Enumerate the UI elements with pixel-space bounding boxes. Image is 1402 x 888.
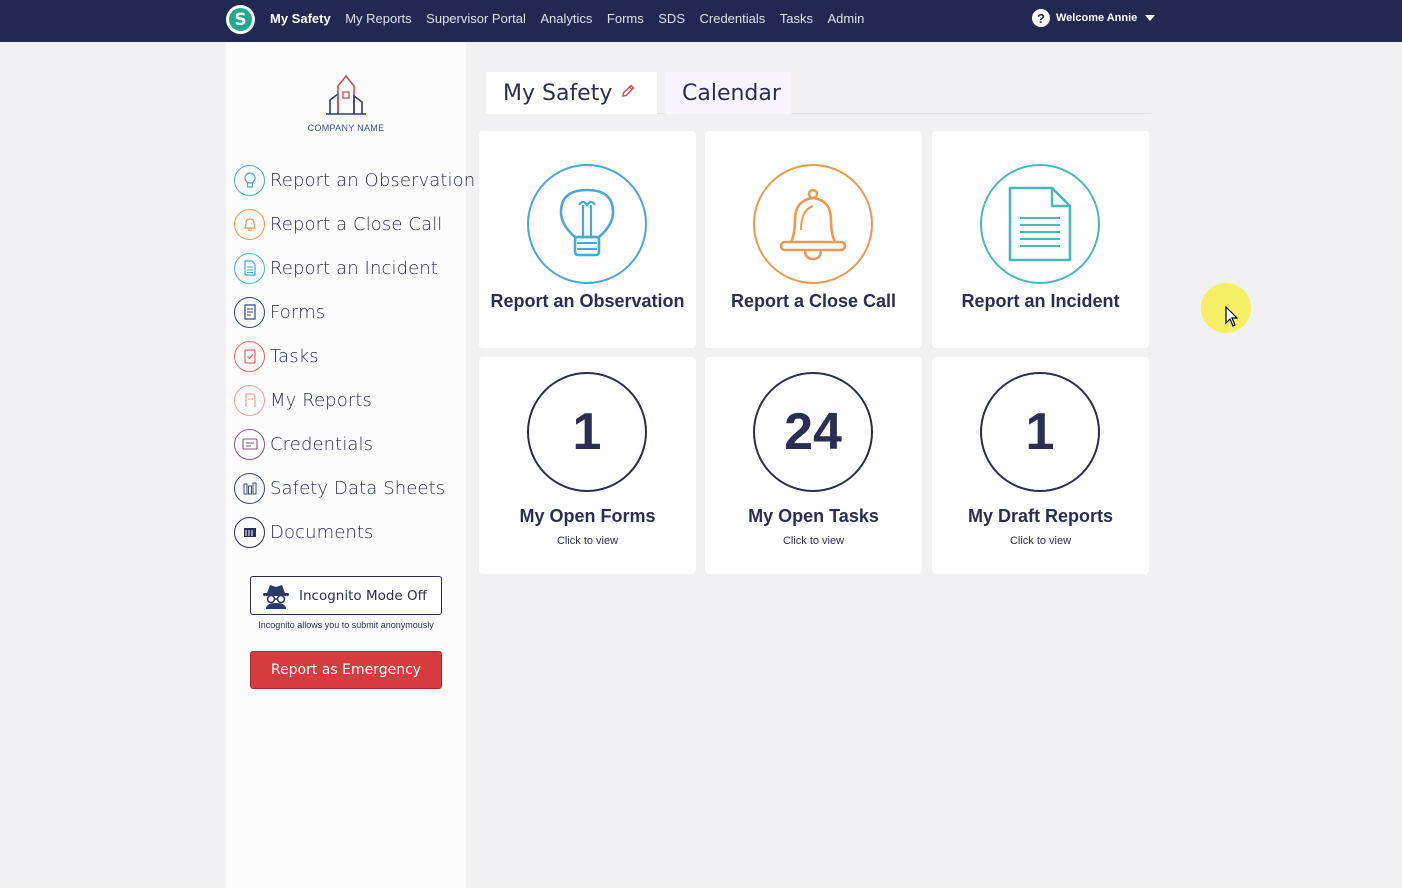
- tab-my-safety[interactable]: My Safety: [486, 72, 657, 114]
- draft-reports-count: 1: [980, 372, 1100, 492]
- card-title: My Open Tasks: [748, 506, 879, 526]
- building-logo-icon: [326, 74, 366, 115]
- nav-tasks[interactable]: Tasks: [780, 11, 813, 26]
- sidebar-item-report-observation[interactable]: Report an Observation: [234, 158, 475, 202]
- lightbulb-icon: [234, 164, 265, 196]
- company-name: COMPANY NAME: [307, 123, 385, 133]
- incognito-toggle-button[interactable]: Incognito Mode Off: [250, 576, 442, 615]
- nav-supervisor-portal[interactable]: Supervisor Portal: [426, 11, 526, 26]
- document-icon: [980, 164, 1100, 284]
- nav-my-safety[interactable]: My Safety: [270, 11, 331, 26]
- sidebar-item-credentials[interactable]: Credentials: [234, 422, 475, 466]
- click-to-view: Click to view: [782, 535, 845, 547]
- card-report-observation[interactable]: Report an Observation: [479, 131, 696, 348]
- incognito-spy-icon: [263, 584, 289, 609]
- click-to-view: Click to view: [1009, 535, 1072, 547]
- tab-my-safety-label: My Safety: [503, 80, 613, 106]
- sidebar-item-label: Documents: [270, 521, 374, 543]
- report-emergency-button[interactable]: Report as Emergency: [250, 651, 442, 689]
- sidebar-item-label: My Reports: [270, 389, 372, 411]
- form-icon: [234, 296, 265, 328]
- sidebar-item-label: Report a Close Call: [270, 213, 443, 235]
- id-card-icon: [234, 428, 265, 460]
- tab-calendar-label: Calendar: [682, 80, 781, 106]
- card-report-close-call[interactable]: Report a Close Call: [705, 131, 922, 348]
- brand-letter: S: [229, 8, 252, 31]
- sidebar-item-safety-data-sheets[interactable]: Safety Data Sheets: [234, 466, 475, 510]
- clipboard-icon: [234, 340, 265, 372]
- card-my-draft-reports[interactable]: 1 My Draft Reports Click to view: [932, 357, 1149, 574]
- nav-credentials[interactable]: Credentials: [700, 11, 766, 26]
- pencil-edit-icon[interactable]: [620, 83, 636, 104]
- sidebar: COMPANY NAME Report an Observation Repor…: [226, 42, 475, 888]
- incognito-label: Incognito Mode Off: [299, 587, 427, 604]
- sidebar-item-report-incident[interactable]: Report an Incident: [234, 246, 475, 290]
- chevron-down-icon[interactable]: [1145, 15, 1156, 21]
- card-title: Report a Close Call: [730, 291, 897, 311]
- document-icon: [234, 252, 265, 284]
- brand-logo[interactable]: S: [226, 5, 255, 34]
- bell-icon: [753, 164, 873, 284]
- sidebar-item-label: Credentials: [270, 433, 374, 455]
- user-menu[interactable]: ? Welcome Annie: [1032, 9, 1156, 27]
- nav-analytics[interactable]: Analytics: [540, 11, 592, 26]
- top-navbar: S My Safety My Reports Supervisor Portal…: [0, 0, 1402, 42]
- main-nav: My Safety My Reports Supervisor Portal A…: [270, 0, 879, 36]
- nav-forms[interactable]: Forms: [607, 11, 644, 26]
- card-my-open-tasks[interactable]: 24 My Open Tasks Click to view: [705, 357, 922, 574]
- help-icon[interactable]: ?: [1032, 9, 1050, 27]
- flask-icon: [234, 472, 265, 504]
- mouse-pointer-icon: [1225, 306, 1239, 327]
- bell-icon: [234, 208, 265, 240]
- sidebar-item-label: Report an Incident: [270, 257, 438, 279]
- reports-icon: [234, 384, 265, 416]
- card-title: Report an Incident: [961, 291, 1120, 311]
- sidebar-item-forms[interactable]: Forms: [234, 290, 475, 334]
- card-title: My Draft Reports: [967, 506, 1114, 526]
- click-to-view: Click to view: [556, 535, 619, 547]
- tab-calendar[interactable]: Calendar: [665, 72, 791, 114]
- folder-icon: [234, 516, 265, 548]
- sidebar-item-documents[interactable]: Documents: [234, 510, 475, 554]
- sidebar-item-label: Forms: [270, 301, 326, 323]
- card-my-open-forms[interactable]: 1 My Open Forms Click to view: [479, 357, 696, 574]
- lightbulb-icon: [527, 164, 647, 284]
- nav-sds[interactable]: SDS: [658, 11, 685, 26]
- sidebar-item-label: Tasks: [270, 345, 319, 367]
- nav-admin[interactable]: Admin: [828, 11, 865, 26]
- card-title: My Open Forms: [519, 506, 656, 526]
- open-forms-count: 1: [527, 372, 647, 492]
- welcome-text: Welcome Annie: [1056, 12, 1138, 24]
- sidebar-item-report-close-call[interactable]: Report a Close Call: [234, 202, 475, 246]
- card-title: Report an Observation: [490, 291, 685, 311]
- card-report-incident[interactable]: Report an Incident: [932, 131, 1149, 348]
- sidebar-item-my-reports[interactable]: My Reports: [234, 378, 475, 422]
- company-logo: COMPANY NAME: [305, 74, 387, 133]
- sidebar-item-label: Report an Observation: [270, 169, 476, 191]
- nav-my-reports[interactable]: My Reports: [345, 11, 411, 26]
- incognito-note: Incognito allows you to submit anonymous…: [258, 620, 434, 630]
- open-tasks-count: 24: [753, 372, 873, 492]
- sidebar-item-label: Safety Data Sheets: [270, 477, 446, 499]
- sidebar-item-tasks[interactable]: Tasks: [234, 334, 475, 378]
- tab-bar: My Safety Calendar: [486, 72, 1151, 114]
- sidebar-menu: Report an Observation Report a Close Cal…: [234, 158, 475, 554]
